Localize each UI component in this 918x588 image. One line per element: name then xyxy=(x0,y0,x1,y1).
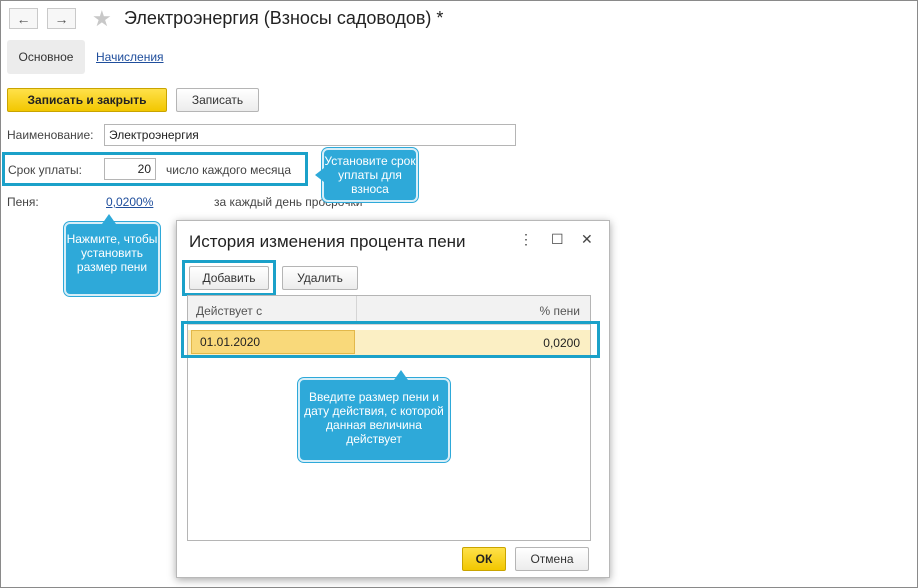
penalty-label: Пеня: xyxy=(7,195,39,209)
column-header-date[interactable]: Действует с xyxy=(196,304,262,318)
penalty-callout: Нажмите, чтобы установить размер пени xyxy=(64,214,160,296)
callout-pointer-icon xyxy=(102,214,116,224)
ok-button[interactable]: ОК xyxy=(462,547,506,571)
arrow-right-icon: → xyxy=(54,11,69,27)
back-button[interactable]: ← xyxy=(9,8,38,29)
penalty-callout-text: Нажмите, чтобы установить размер пени xyxy=(66,232,158,274)
add-button[interactable]: Добавить xyxy=(189,266,269,290)
save-and-close-button[interactable]: Записать и закрыть xyxy=(7,88,167,112)
tab-main[interactable]: Основное xyxy=(7,40,85,74)
penalty-link[interactable]: 0,0200% xyxy=(106,195,153,209)
forward-button[interactable]: → xyxy=(47,8,76,29)
column-divider xyxy=(356,296,357,324)
name-label: Наименование: xyxy=(7,128,94,142)
favorite-star-icon[interactable]: ★ xyxy=(92,6,112,32)
grid-callout-text: Введите размер пени и дату действия, с к… xyxy=(304,390,444,446)
callout-pointer-icon xyxy=(315,168,324,182)
callout-pointer-icon xyxy=(394,370,408,380)
close-icon[interactable]: ✕ xyxy=(581,231,593,248)
page-title: Электроэнергия (Взносы садоводов) * xyxy=(124,8,444,28)
due-callout: Установите срок уплаты для взноса xyxy=(315,148,418,202)
column-header-rate[interactable]: % пени xyxy=(539,304,580,318)
due-label: Срок уплаты: xyxy=(8,163,82,177)
arrow-left-icon: ← xyxy=(16,11,31,27)
delete-button[interactable]: Удалить xyxy=(282,266,358,290)
due-callout-text: Установите срок уплаты для взноса xyxy=(324,154,416,196)
dialog-title: История изменения процента пени xyxy=(189,232,466,251)
save-button[interactable]: Записать xyxy=(176,88,259,112)
row-highlight xyxy=(181,321,600,358)
tab-charges[interactable]: Начисления xyxy=(96,50,164,64)
due-suffix: число каждого месяца xyxy=(166,163,292,177)
more-options-icon[interactable]: ⋮ xyxy=(519,231,533,248)
grid-callout: Введите размер пени и дату действия, с к… xyxy=(298,370,450,462)
due-day-input[interactable]: 20 xyxy=(104,158,156,180)
cancel-button[interactable]: Отмена xyxy=(515,547,589,571)
maximize-icon[interactable]: ☐ xyxy=(551,231,564,248)
name-input[interactable]: Электроэнергия xyxy=(104,124,516,146)
